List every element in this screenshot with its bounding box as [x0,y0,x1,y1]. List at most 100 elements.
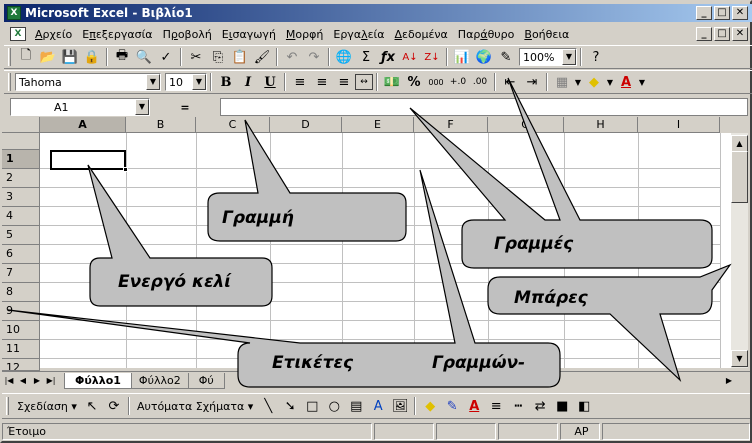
menu-view[interactable]: Προβολή [158,28,217,41]
map-icon[interactable]: 🌍 [473,47,495,67]
scroll-thumb[interactable] [731,151,748,203]
select-all-button[interactable] [2,117,40,133]
percent-button[interactable]: % [403,72,425,92]
redo-icon[interactable]: ↷ [303,47,325,67]
row-header-7[interactable]: 7 [2,264,40,283]
sheet-tab-2[interactable]: Φύλλο2 [127,372,192,389]
menu-file[interactable]: Αρχείο [30,28,77,41]
menu-insert[interactable]: Εισαγωγή [217,28,281,41]
permission-icon[interactable]: 🔒 [81,47,103,67]
line-color-icon[interactable]: ✎ [441,396,463,416]
arrow-icon[interactable]: ➘ [279,396,301,416]
menu-edit[interactable]: Επεξεργασία [77,28,157,41]
column-header-g[interactable]: G [488,117,564,133]
save-icon[interactable]: 💾 [59,47,81,67]
currency-icon[interactable]: 💵 [381,72,403,92]
open-icon[interactable]: 📂 [37,47,59,67]
hyperlink-icon[interactable]: 🌐 [333,47,355,67]
horizontal-scrollbar[interactable] [224,372,722,389]
align-left-icon[interactable]: ≡ [289,72,311,92]
toolbar-grip[interactable] [8,73,11,91]
last-sheet-icon[interactable]: ▶| [44,374,58,388]
copy-icon[interactable]: ⎘ [207,47,229,67]
row-header-4[interactable]: 4 [2,207,40,226]
menu-format[interactable]: Μορφή [281,28,328,41]
chart-wizard-icon[interactable]: 📊 [451,47,473,67]
underline-button[interactable]: U [259,72,281,92]
italic-button[interactable]: I [237,72,259,92]
doc-restore-button[interactable]: □ [714,27,730,41]
vertical-scrollbar[interactable]: ▲ ▼ [730,133,748,368]
merge-center-icon[interactable]: ↔ [355,74,373,90]
row-header-10[interactable]: 10 [2,321,40,340]
oval-icon[interactable]: ○ [323,396,345,416]
menu-data[interactable]: Δεδομένα [390,28,453,41]
line-icon[interactable]: ╲ [257,396,279,416]
formula-input[interactable] [220,98,748,116]
sort-ascending-icon[interactable]: A↓ [399,47,421,67]
column-header-d[interactable]: D [270,117,342,133]
fill-color-icon[interactable]: ◆ [583,72,605,92]
font-size-select[interactable]: 10 ▼ [165,73,207,91]
row-header-11[interactable]: 11 [2,340,40,359]
fill-color-icon[interactable]: ◆ [419,396,441,416]
row-header-2[interactable]: 2 [2,169,40,188]
print-preview-icon[interactable]: 🔍 [133,47,155,67]
help-icon[interactable]: ? [585,47,607,67]
sort-descending-icon[interactable]: Z↓ [421,47,443,67]
align-right-icon[interactable]: ≡ [333,72,355,92]
scroll-right-icon[interactable]: ▶ [722,374,736,388]
maximize-button[interactable]: □ [714,6,730,20]
name-box[interactable]: A1 ▼ [10,98,150,116]
paste-icon[interactable]: 📋 [229,47,251,67]
doc-minimize-button[interactable]: _ [696,27,712,41]
3d-icon[interactable]: ◧ [573,396,595,416]
rectangle-icon[interactable]: □ [301,396,323,416]
row-header-1[interactable]: 1 [2,150,40,169]
minimize-button[interactable]: _ [696,6,712,20]
first-sheet-icon[interactable]: |◀ [2,374,16,388]
row-header-5[interactable]: 5 [2,226,40,245]
function-icon[interactable]: ƒx [377,47,399,67]
align-center-icon[interactable]: ≡ [311,72,333,92]
column-header-f[interactable]: F [414,117,488,133]
draw-menu[interactable]: Σχεδίαση ▾ [13,400,81,413]
column-header-a[interactable]: A [40,117,126,133]
clip-art-icon[interactable]: 🖼 [389,396,411,416]
chevron-down-icon[interactable]: ▼ [605,72,615,92]
borders-icon[interactable]: ▦ [551,72,573,92]
scroll-up-icon[interactable]: ▲ [731,135,748,152]
decrease-indent-icon[interactable]: ⇤ [499,72,521,92]
column-header-h[interactable]: H [564,117,638,133]
formula-equals[interactable]: = [150,101,220,114]
toolbar-grip[interactable] [8,48,11,66]
toolbar-grip[interactable] [6,397,9,415]
line-style-icon[interactable]: ≡ [485,396,507,416]
text-box-icon[interactable]: ▤ [345,396,367,416]
column-header-b[interactable]: B [126,117,196,133]
row-header-9[interactable]: 9 [2,302,40,321]
select-objects-icon[interactable]: ↖ [81,396,103,416]
row-header-8[interactable]: 8 [2,283,40,302]
dash-style-icon[interactable]: ┅ [507,396,529,416]
zoom-select[interactable]: 100% ▼ [519,48,577,66]
wordart-icon[interactable]: A [367,396,389,416]
next-sheet-icon[interactable]: ▶ [30,374,44,388]
font-select[interactable]: Tahoma ▼ [15,73,161,91]
sheet-tab-3[interactable]: Φύ [187,372,225,389]
new-icon[interactable]: 🗋 [15,47,37,67]
workbook-icon[interactable]: X [10,27,26,41]
format-painter-icon[interactable]: 🖌 [251,47,273,67]
row-header-3[interactable]: 3 [2,188,40,207]
doc-close-button[interactable]: ✕ [732,27,748,41]
drawing-icon[interactable]: ✎ [495,47,517,67]
menu-tools[interactable]: Εργαλεία [328,28,389,41]
free-rotate-icon[interactable]: ⟳ [103,396,125,416]
autosum-icon[interactable]: Σ [355,47,377,67]
excel-icon[interactable]: X [7,6,21,20]
spelling-icon[interactable]: ✓ [155,47,177,67]
menu-help[interactable]: Βοήθεια [519,28,574,41]
cut-icon[interactable]: ✂ [185,47,207,67]
column-header-e[interactable]: E [342,117,414,133]
column-header-i[interactable]: I [638,117,720,133]
